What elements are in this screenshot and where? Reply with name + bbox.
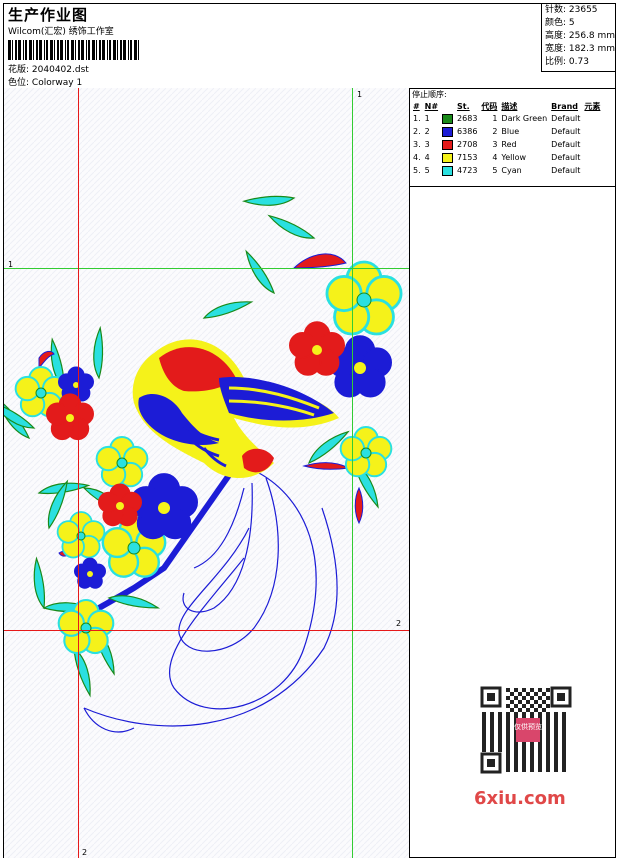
row-desc: Yellow <box>501 153 527 162</box>
row-brand: Default <box>551 140 581 149</box>
table-row: 3. 3 2708 3 Red Default <box>411 138 602 151</box>
row-num: 1. <box>413 114 421 123</box>
row-desc: Red <box>501 140 517 149</box>
row-swatch <box>440 138 455 151</box>
row-element <box>582 138 602 151</box>
col-code: 代码 <box>481 101 498 111</box>
table-row: 4. 4 7153 4 Yellow Default <box>411 151 602 164</box>
qr-code: 仅供预览 <box>470 682 582 778</box>
barcode <box>8 40 139 60</box>
red-guide-right-label: 2 <box>396 619 402 628</box>
table-row: 1. 1 2683 1 Dark Green Default <box>411 112 602 125</box>
row-code: 2683 <box>457 114 478 123</box>
stop-sequence-title: 停止顺序: <box>412 90 447 99</box>
row-brand: Default <box>551 114 581 123</box>
red-guide-bottom-label: 2 <box>82 848 88 857</box>
color-swatch <box>442 126 454 137</box>
row-num: 5. <box>413 166 421 175</box>
colorway-line: 色位: Colorway 1 <box>8 75 82 88</box>
design-label: 花版: <box>8 65 30 75</box>
row-desc: Dark Green <box>501 114 548 123</box>
row-desc: Cyan <box>501 166 522 175</box>
stats-box: 针数: 23655 颜色: 5 高度: 256.8 mm 宽度: 182.3 m… <box>541 4 615 72</box>
row-brand: Default <box>551 166 581 175</box>
color-swatch <box>442 165 454 176</box>
table-row: 2. 2 6386 2 Blue Default <box>411 125 602 138</box>
row-st: 1 <box>492 114 498 123</box>
col-color <box>440 100 455 112</box>
green-guide-top-label: 1 <box>357 90 363 99</box>
row-swatch <box>440 125 455 138</box>
row-swatch <box>440 112 455 125</box>
row-n: 1 <box>424 114 430 123</box>
row-swatch <box>440 151 455 164</box>
row-num: 2. <box>413 127 421 136</box>
embroidery-design <box>4 88 409 858</box>
design-width: 宽度: 182.3 mm <box>545 44 616 54</box>
row-st: 2 <box>492 127 498 136</box>
colorway-label: 色位: <box>8 78 30 88</box>
design-file-value: 2040402.dst <box>31 65 89 75</box>
color-swatch <box>442 152 454 163</box>
color-count: 颜色: 5 <box>545 18 575 28</box>
embroidery-canvas: 1 1 2 2 <box>4 88 410 858</box>
row-code: 4723 <box>457 166 478 175</box>
row-n: 3 <box>424 140 430 149</box>
sheet-header: 生产作业图 Wilcom(汇宏) 绣饰工作室 花版: 2040402.dst 色… <box>4 4 615 89</box>
col-st: St. <box>457 101 470 111</box>
col-element: 元素 <box>584 101 601 111</box>
colorway-value: Colorway 1 <box>31 78 83 88</box>
sheet-title: 生产作业图 <box>8 6 89 24</box>
col-brand: Brand <box>551 101 579 111</box>
row-st: 4 <box>492 153 498 162</box>
preview-stamp-text: 仅供预览 <box>514 722 542 731</box>
col-desc: 描述 <box>501 101 518 111</box>
stop-sequence-table: # N# St. 代码 描述 Brand 元素 1. 1 2683 1 Dark… <box>411 100 602 177</box>
row-n: 4 <box>424 153 430 162</box>
row-st: 5 <box>492 166 498 175</box>
row-brand: Default <box>551 127 581 136</box>
col-num: # <box>413 101 420 111</box>
col-n: N# <box>424 101 439 111</box>
row-element <box>582 164 602 177</box>
row-element <box>582 112 602 125</box>
row-element <box>582 151 602 164</box>
row-code: 6386 <box>457 127 478 136</box>
row-n: 2 <box>424 127 430 136</box>
design-scale: 比例: 0.73 <box>545 57 589 67</box>
color-swatch <box>442 113 454 124</box>
green-guide-left-label: 1 <box>8 260 14 269</box>
row-desc: Blue <box>501 127 520 136</box>
table-header-row: # N# St. 代码 描述 Brand 元素 <box>411 100 602 112</box>
stop-sequence-panel: 停止顺序: # N# St. 代码 描述 Brand 元素 1. 1 2683 … <box>409 88 615 187</box>
row-n: 5 <box>424 166 430 175</box>
design-file-line: 花版: 2040402.dst <box>8 62 89 75</box>
table-row: 5. 5 4723 5 Cyan Default <box>411 164 602 177</box>
row-swatch <box>440 164 455 177</box>
row-code: 2708 <box>457 140 478 149</box>
row-st: 3 <box>492 140 498 149</box>
design-height: 高度: 256.8 mm <box>545 31 616 41</box>
studio-name: Wilcom(汇宏) 绣饰工作室 <box>8 27 114 37</box>
row-code: 7153 <box>457 153 478 162</box>
row-element <box>582 125 602 138</box>
watermark-brand: 6xiu.com <box>474 788 566 809</box>
row-brand: Default <box>551 153 581 162</box>
row-num: 3. <box>413 140 421 149</box>
row-num: 4. <box>413 153 421 162</box>
stitch-count: 针数: 23655 <box>545 5 598 15</box>
color-swatch <box>442 139 454 150</box>
